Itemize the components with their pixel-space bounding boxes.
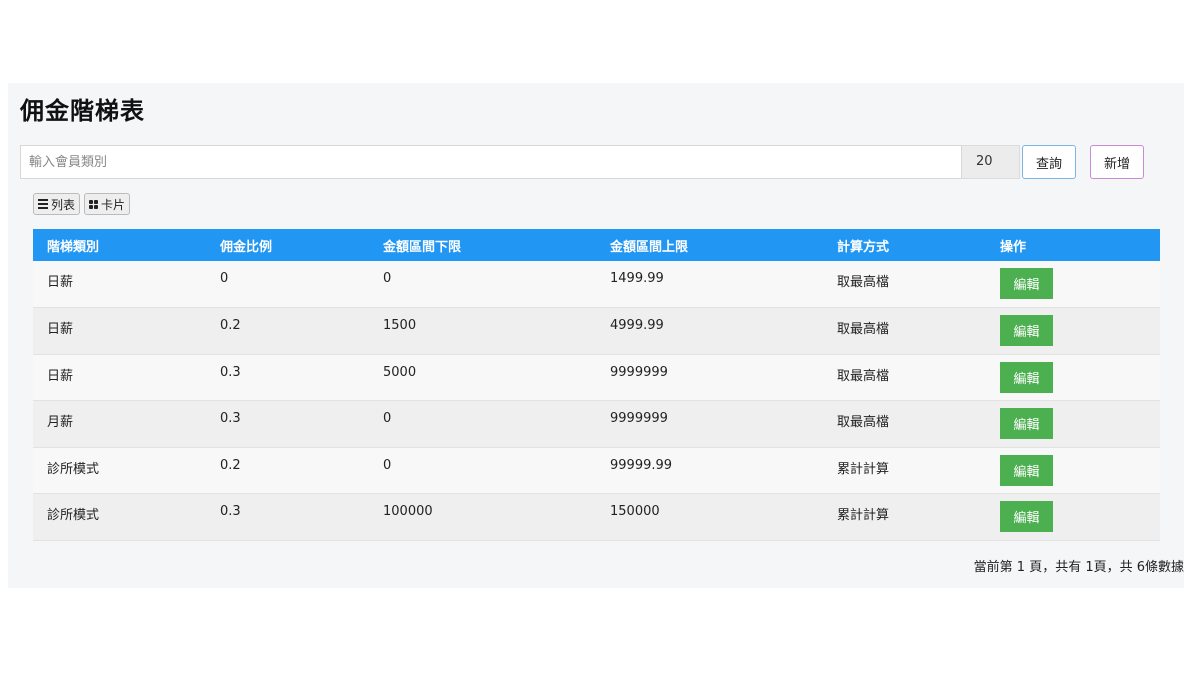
add-button[interactable]: 新增: [1090, 145, 1144, 179]
calculation-method-cell: 取最高檔: [837, 322, 890, 337]
card-view-label: 卡片: [101, 197, 126, 212]
table-row: 日薪 0.3 5000 9999999 取最高檔 編輯: [33, 354, 1160, 401]
edit-button[interactable]: 編輯: [1000, 501, 1053, 532]
commission-rate-cell: 0.2: [220, 457, 241, 473]
tier-category-cell: 日薪: [47, 275, 74, 290]
table-header-row: 階梯類別 佣金比例 金額區間下限 金額區間上限 計算方式 操作: [33, 229, 1160, 261]
column-header: 階梯類別: [47, 239, 100, 255]
view-toggle: 列表 卡片: [33, 193, 131, 215]
table-row: 診所模式 0.3 100000 150000 累計計算 編輯: [33, 493, 1160, 541]
pagination-info: 當前第 1 頁，共有 1頁，共 6條數據: [973, 560, 1184, 575]
list-view-button[interactable]: 列表: [33, 193, 81, 215]
actions-cell: 編輯: [986, 354, 1160, 401]
calculation-method-cell: 累計計算: [837, 461, 890, 477]
list-icon: [38, 199, 48, 209]
amount-upper-bound-cell: 4999.99: [610, 318, 664, 333]
edit-button[interactable]: 編輯: [1000, 408, 1053, 439]
edit-button[interactable]: 編輯: [1000, 315, 1053, 346]
table-row: 診所模式 0.2 0 99999.99 累計計算 編輯: [33, 447, 1160, 494]
edit-button[interactable]: 編輯: [1000, 361, 1053, 393]
actions-cell: 編輯: [986, 401, 1160, 448]
column-header: 金額區間上限: [610, 239, 689, 255]
edit-button[interactable]: 編輯: [1000, 454, 1053, 486]
actions-cell: 編輯: [986, 261, 1160, 308]
tier-category-cell: 診所模式: [47, 508, 100, 523]
column-header: 金額區間下限: [383, 239, 462, 255]
column-header: 計算方式: [837, 239, 890, 255]
amount-upper-bound-cell: 9999999: [610, 364, 668, 380]
table-row: 日薪 0.2 1500 4999.99 取最高檔 編輯: [33, 307, 1160, 355]
commission-rate-cell: 0.3: [220, 504, 241, 519]
commission-tier-table: 階梯類別 佣金比例 金額區間下限 金額區間上限 計算方式 操作 日薪 0 0 1…: [33, 229, 1160, 541]
tier-category-cell: 診所模式: [47, 461, 100, 477]
amount-upper-bound-cell: 1499.99: [610, 271, 664, 286]
page-title: 佣金階梯表: [20, 97, 145, 125]
commission-rate-cell: 0.2: [220, 318, 241, 333]
commission-rate-cell: 0.3: [220, 411, 241, 426]
calculation-method-cell: 取最高檔: [837, 275, 890, 290]
edit-button[interactable]: 編輯: [1000, 268, 1053, 299]
tier-category-cell: 月薪: [47, 415, 74, 430]
amount-upper-bound-cell: 9999999: [610, 411, 668, 426]
amount-lower-bound-cell: 0: [383, 457, 392, 473]
column-header: 操作: [1000, 239, 1027, 255]
amount-lower-bound-cell: 1500: [383, 318, 417, 333]
tier-category-cell: 日薪: [47, 322, 74, 337]
amount-upper-bound-cell: 150000: [610, 504, 660, 519]
calculation-method-cell: 取最高檔: [837, 368, 890, 384]
tier-category-cell: 日薪: [47, 368, 74, 384]
amount-lower-bound-cell: 0: [383, 411, 392, 426]
calculation-method-cell: 取最高檔: [837, 415, 890, 430]
commission-rate-cell: 0: [220, 271, 229, 286]
amount-lower-bound-cell: 100000: [383, 504, 433, 519]
table-row: 月薪 0.3 0 9999999 取最高檔 編輯: [33, 400, 1160, 448]
page-size-field[interactable]: 20: [962, 145, 1020, 179]
actions-cell: 編輯: [986, 494, 1160, 541]
calculation-method-cell: 累計計算: [837, 508, 890, 523]
card-view-button[interactable]: 卡片: [84, 193, 131, 215]
amount-upper-bound-cell: 99999.99: [610, 457, 673, 473]
amount-lower-bound-cell: 0: [383, 271, 392, 286]
actions-cell: 編輯: [986, 308, 1160, 355]
query-button[interactable]: 查詢: [1022, 145, 1076, 179]
content-panel: 佣金階梯表 20 查詢 新增 列表 卡片 階梯類別 佣金比例 金額區間下限 金額…: [8, 83, 1184, 588]
member-type-search-input[interactable]: [20, 145, 962, 179]
commission-rate-cell: 0.3: [220, 364, 241, 380]
amount-lower-bound-cell: 5000: [383, 364, 417, 380]
column-header: 佣金比例: [220, 239, 273, 255]
list-view-label: 列表: [51, 197, 76, 212]
grid-icon: [89, 199, 99, 209]
actions-cell: 編輯: [986, 447, 1160, 494]
table-row: 日薪 0 0 1499.99 取最高檔 編輯: [33, 261, 1160, 308]
search-bar: 20 查詢 新增: [20, 145, 1144, 179]
